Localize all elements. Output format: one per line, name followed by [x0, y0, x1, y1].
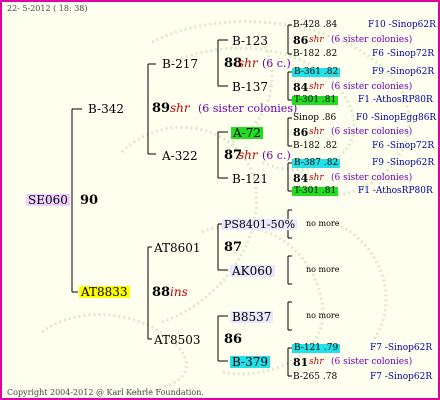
- gen4-row-right: F6 -Sinop72R: [372, 141, 435, 151]
- gen4-row-number: 86: [293, 34, 309, 47]
- gen4-row-left[interactable]: B-428 .84: [293, 21, 337, 30]
- gen2-a322-note: (6 c.): [262, 149, 291, 162]
- gen4-row-right: F7 -Sinop62R: [370, 343, 433, 353]
- gen4-row-number: 86: [293, 126, 309, 139]
- gen4-row-right: F6 -Sinop72R: [372, 49, 435, 59]
- root-queen-number: 90: [80, 193, 99, 208]
- gen1-bottom-tag: ins: [170, 285, 188, 299]
- gen4-row-right: F1 -AthosRP80R: [358, 95, 433, 105]
- gen4-row-number: 81: [293, 356, 309, 369]
- gen4-row-number: 84: [293, 81, 309, 94]
- gen1-top-note: (6 sister colonies): [198, 102, 298, 115]
- gen2-at8503-id[interactable]: AT8503: [154, 334, 201, 346]
- gen2-a322-id[interactable]: A-322: [162, 150, 198, 162]
- no-more-label: no more: [306, 311, 340, 320]
- gen4-row-tag: shr: [309, 173, 324, 183]
- gen4-row-right: F10 -Sinop62R: [368, 20, 436, 30]
- gen4-row-left[interactable]: T-301 .81: [292, 96, 339, 105]
- root-queen-id[interactable]: SE060: [26, 194, 70, 206]
- gen2-b217-id[interactable]: B-217: [162, 58, 198, 70]
- gen4-row-left[interactable]: Sinop .86: [293, 114, 336, 123]
- gen2-b217-note: (6 c.): [262, 57, 291, 70]
- gen4-row-note: (6 sister colonies): [331, 127, 413, 137]
- gen2-a322-tag: shr: [238, 148, 258, 162]
- gen2-at8601-number: 87: [224, 240, 243, 255]
- gen1-bottom-number: 88: [152, 285, 171, 300]
- gen4-row-right: F9 -Sinop62R: [372, 67, 435, 77]
- gen3-b8537[interactable]: B8537: [230, 311, 274, 323]
- gen4-row-tag: shr: [309, 82, 324, 92]
- gen4-row-left[interactable]: B-387 .82: [292, 159, 341, 168]
- gen2-at8503-number: 86: [224, 332, 243, 347]
- gen4-row-note: (6 sister colonies): [331, 35, 413, 45]
- gen4-row-left[interactable]: B-121 .79: [292, 344, 341, 353]
- gen4-row-left[interactable]: B-182 .82: [293, 50, 337, 59]
- gen4-row-note: (6 sister colonies): [331, 357, 413, 367]
- gen4-row-tag: shr: [309, 127, 324, 137]
- gen3-a72[interactable]: A-72: [231, 127, 263, 139]
- gen3-b379[interactable]: B-379: [230, 356, 270, 368]
- gen4-row-tag: shr: [309, 35, 324, 45]
- gen1-top-id[interactable]: B-342: [88, 103, 124, 115]
- pedigree-frame: 22- 5-2012 ( 18: 38) Copyright 2004-2012…: [0, 0, 440, 400]
- gen4-row-right: F7 -Sinop62R: [370, 372, 433, 382]
- gen4-row-note: (6 sister colonies): [331, 173, 413, 183]
- gen4-row-left[interactable]: B-265 .78: [293, 373, 337, 382]
- no-more-label: no more: [306, 219, 340, 228]
- gen4-row-left[interactable]: B-361 .82: [292, 68, 341, 77]
- gen4-row-tag: shr: [309, 357, 324, 367]
- gen3-b121[interactable]: B-121: [232, 173, 268, 185]
- gen4-row-left[interactable]: T-301 .81: [292, 187, 339, 196]
- gen1-bottom-id[interactable]: AT8833: [79, 286, 130, 298]
- gen4-row-right: F9 -Sinop62R: [372, 158, 435, 168]
- gen3-b137[interactable]: B-137: [232, 81, 268, 93]
- gen3-ak060[interactable]: AK060: [230, 265, 275, 277]
- timestamp: 22- 5-2012 ( 18: 38): [7, 4, 88, 13]
- no-more-label: no more: [306, 265, 340, 274]
- gen1-top-tag: shr: [170, 101, 190, 115]
- gen4-row-number: 84: [293, 172, 309, 185]
- copyright-text: Copyright 2004-2012 @ Karl Kehrle Founda…: [7, 388, 204, 397]
- gen4-row-left[interactable]: B-182 .82: [293, 142, 337, 151]
- gen2-b217-tag: shr: [238, 56, 258, 70]
- gen4-row-note: (6 sister colonies): [331, 82, 413, 92]
- gen1-top-number: 89: [152, 101, 171, 116]
- gen4-row-right: F1 -AthosRP80R: [358, 186, 433, 196]
- gen4-row-right: F0 -SinopEgg86R: [356, 113, 437, 123]
- gen3-ps8401[interactable]: PS8401-50%: [222, 219, 298, 230]
- gen3-b123[interactable]: B-123: [232, 35, 268, 47]
- gen2-at8601-id[interactable]: AT8601: [154, 242, 201, 254]
